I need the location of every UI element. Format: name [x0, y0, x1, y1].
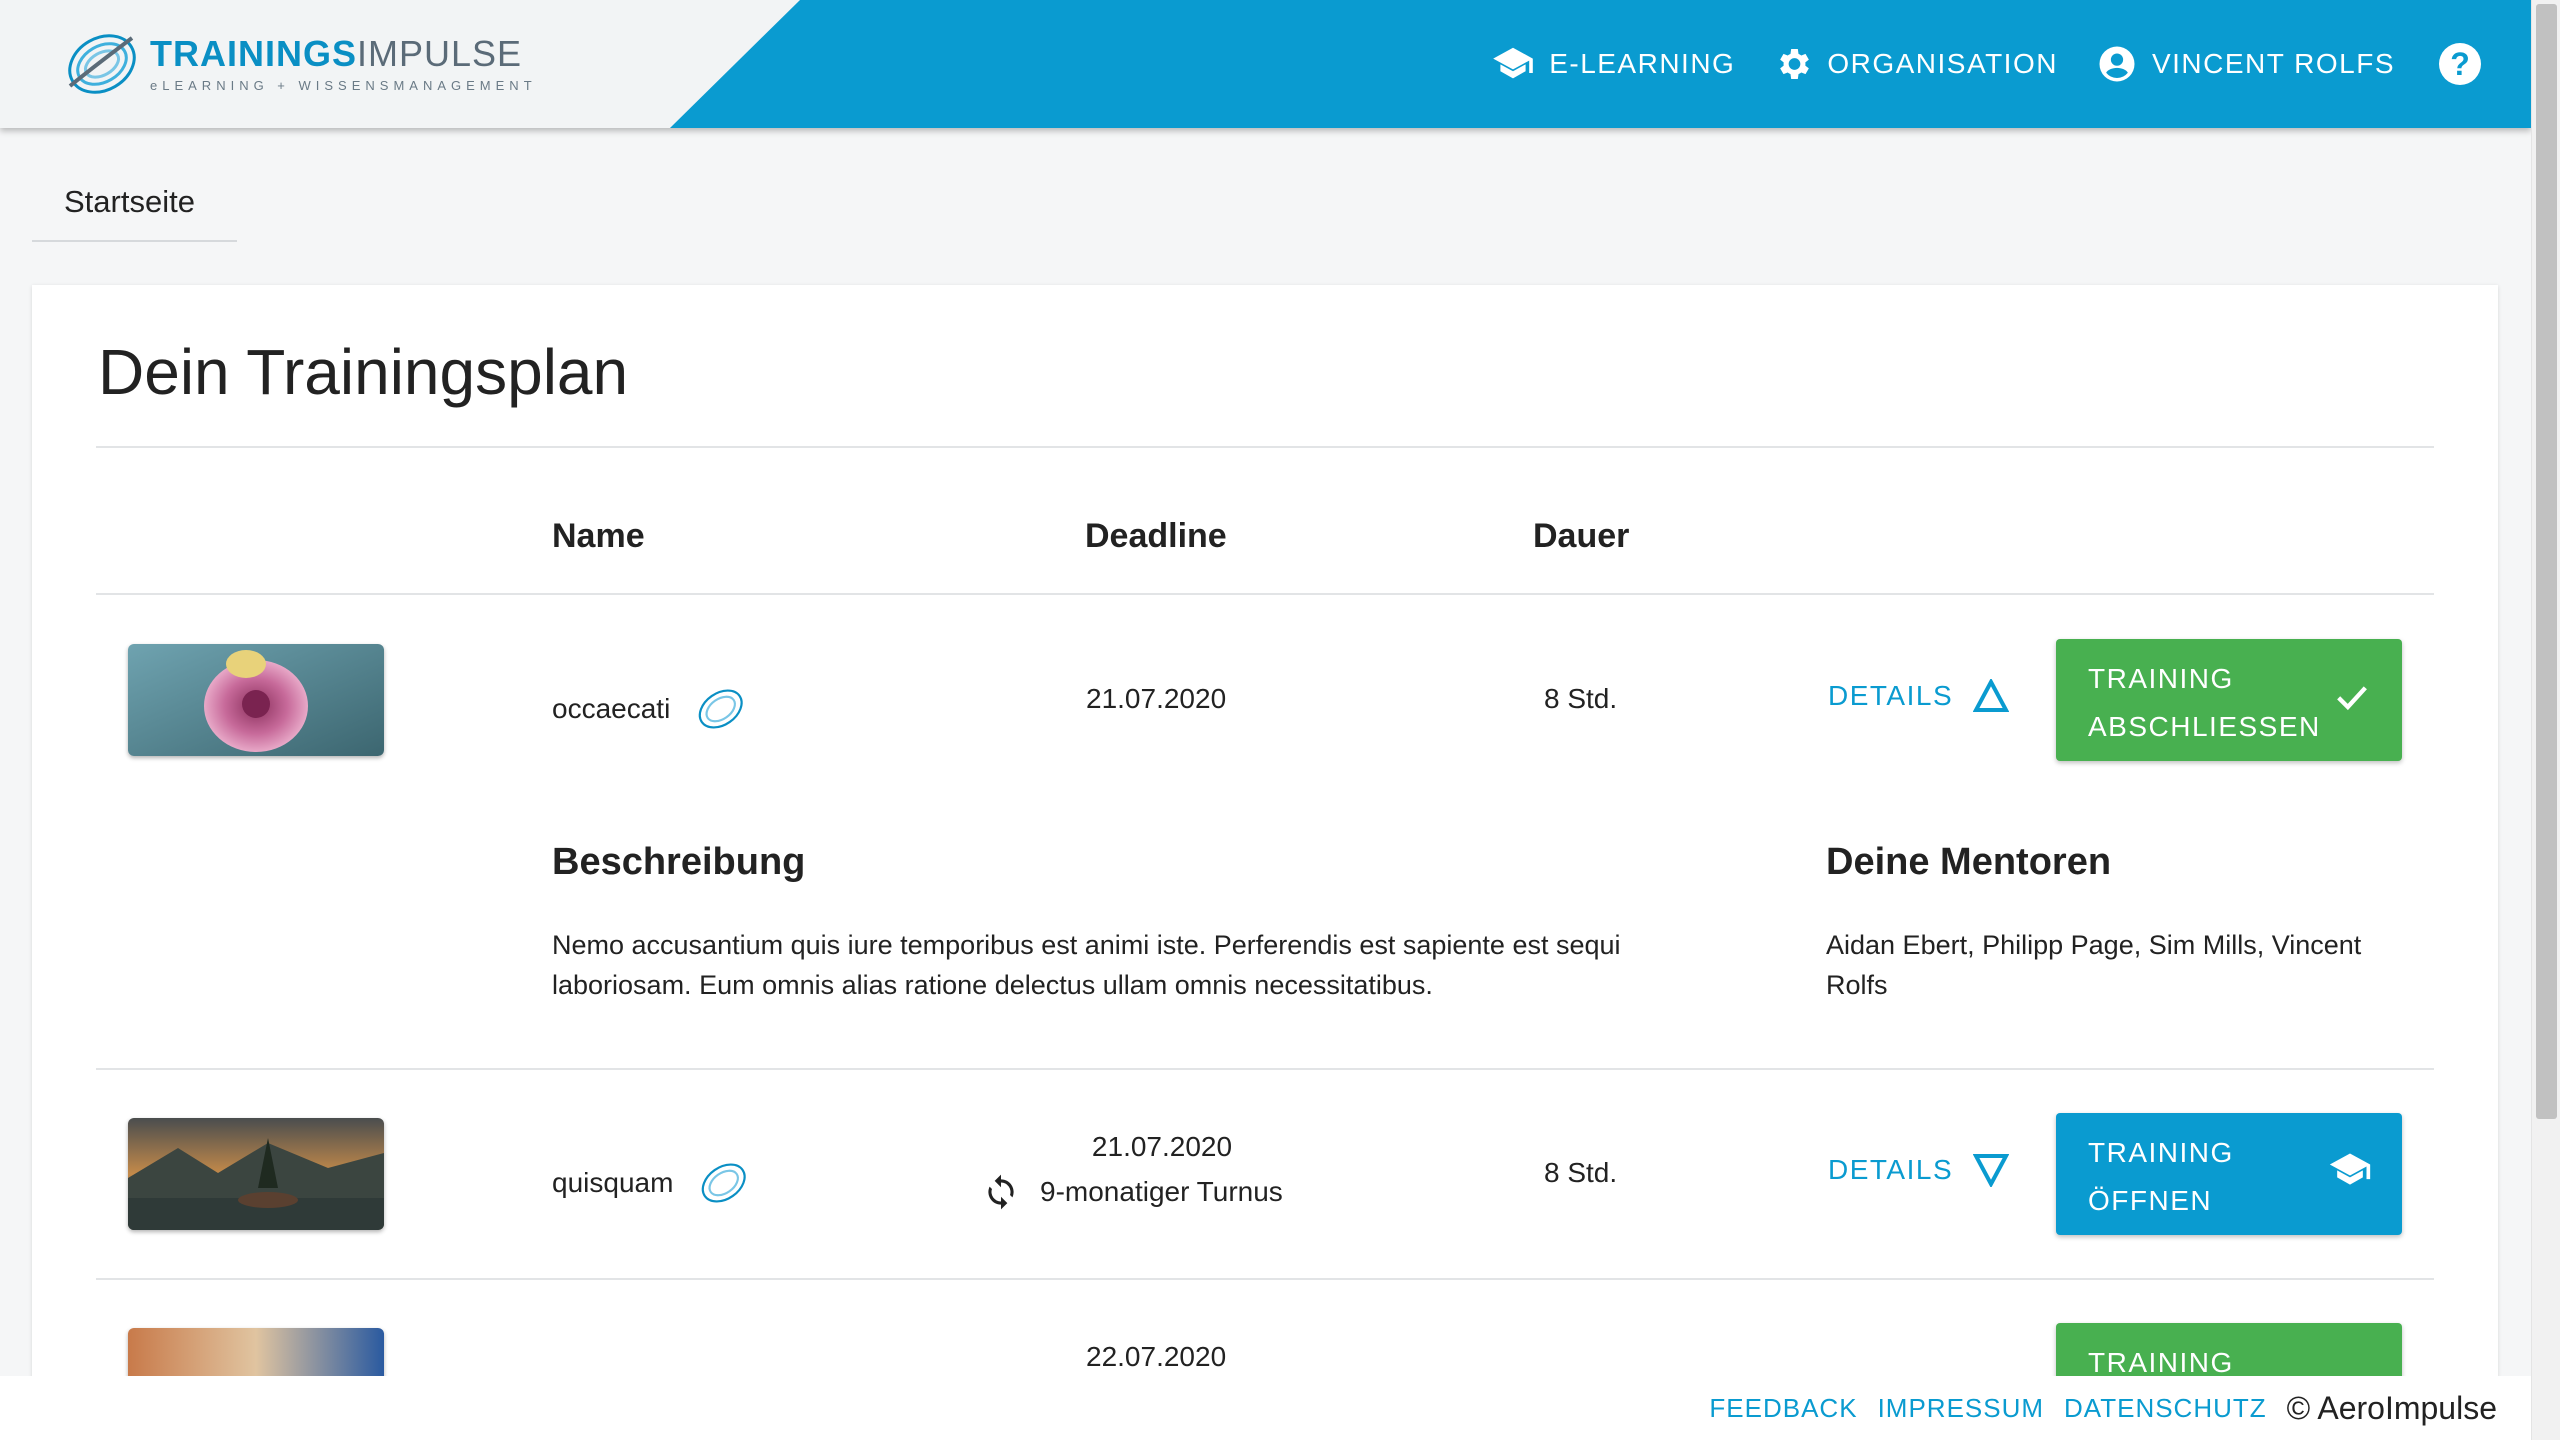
nav-user-account[interactable]: VINCENT ROLFS	[2096, 43, 2395, 85]
page-title: Dein Trainingsplan	[98, 336, 629, 408]
trainingsimpulse-logo[interactable]: TRAININGSIMPULSE eLEARNING + WISSENSMANA…	[62, 28, 537, 100]
check-icon	[2337, 686, 2367, 711]
nav-organisation-label: ORGANISATION	[1827, 48, 2058, 79]
row-divider	[96, 1278, 2434, 1280]
row-divider	[96, 1068, 2434, 1070]
training-deadline: 21.07.2020	[1086, 683, 1227, 714]
logo-subtitle: eLEARNING + WISSENSMANAGEMENT	[150, 77, 537, 93]
logo-text-bold: TRAININGS	[150, 32, 357, 74]
turnus-label: 9-monatiger Turnus	[1040, 1176, 1283, 1207]
mentors-line: Rolfs	[1826, 970, 1888, 1000]
triangle-up-icon	[1973, 679, 2010, 712]
mentors-list: Aidan Ebert, Philipp Page, Sim Mills, Vi…	[1826, 925, 2361, 1005]
main-nav: E-LEARNING ORGANISATION VINCENT ROLFS ?	[1491, 0, 2481, 128]
details-toggle[interactable]: DETAILS	[1828, 679, 2010, 713]
gear-icon	[1780, 49, 1810, 79]
training-plan-card: Dein Trainingsplan Name Deadline Dauer o…	[32, 285, 2498, 1440]
footer-copyright: © AeroImpulse	[2286, 1389, 2497, 1426]
training-duration: 8 Std.	[1544, 1157, 1618, 1188]
training-deadline-cell: 21.07.2020 9-monatiger Turnus	[982, 1131, 1342, 1211]
triangle-down-icon	[1973, 1154, 2010, 1187]
footer-feedback-link[interactable]: FEEDBACK	[1709, 1393, 1857, 1424]
logo-swirl-icon	[68, 34, 136, 94]
details-toggle[interactable]: DETAILS	[1828, 1153, 2010, 1187]
turnus-info: 9-monatiger Turnus	[982, 1173, 1342, 1211]
account-circle-icon	[2099, 46, 2135, 82]
nav-elearning[interactable]: E-LEARNING	[1491, 46, 1735, 82]
graduation-cap-icon	[1493, 47, 1533, 79]
description-heading: Beschreibung	[552, 841, 806, 883]
training-duration: 8 Std.	[1544, 683, 1618, 714]
trainingsimpulse-badge-icon	[702, 1163, 747, 1203]
footer-impressum-link[interactable]: IMPRESSUM	[1878, 1393, 2044, 1424]
nav-elearning-label: E-LEARNING	[1549, 48, 1736, 79]
button-label-line2: ABSCHLIESSEN	[2088, 711, 2321, 742]
table-row-name: quisquam	[552, 1157, 751, 1209]
description-text: Nemo accusantium quis iure temporibus es…	[552, 925, 1621, 1005]
complete-training-button[interactable]: TRAINING ABSCHLIESSEN	[2056, 639, 2402, 761]
top-header: TRAININGSIMPULSE eLEARNING + WISSENSMANA…	[0, 0, 2531, 128]
breadcrumb-home[interactable]: Startseite	[64, 184, 195, 220]
nav-user-label: VINCENT ROLFS	[2151, 48, 2395, 79]
column-header-name: Name	[552, 517, 645, 555]
header-divider	[96, 593, 2434, 595]
button-label-line1: TRAINING	[2088, 663, 2234, 694]
page-scrollbar[interactable]	[2531, 0, 2560, 1440]
description-line: laboriosam. Eum omnis alias ratione dele…	[552, 970, 1433, 1000]
scrollbar-thumb[interactable]	[2536, 4, 2557, 1119]
details-label: DETAILS	[1828, 680, 1954, 711]
training-deadline: 22.07.2020	[1086, 1341, 1227, 1372]
logo-panel: TRAININGSIMPULSE eLEARNING + WISSENSMANA…	[0, 0, 800, 128]
table-row-name: occaecati	[552, 683, 748, 735]
open-training-button[interactable]: TRAINING ÖFFNEN	[2056, 1113, 2402, 1235]
mentors-heading: Deine Mentoren	[1826, 841, 2112, 883]
training-name[interactable]: occaecati	[552, 693, 670, 725]
nav-organisation[interactable]: ORGANISATION	[1773, 44, 2058, 84]
title-divider	[96, 446, 2434, 448]
logo-text-light: IMPULSE	[357, 32, 523, 74]
footer-datenschutz-link[interactable]: DATENSCHUTZ	[2064, 1393, 2267, 1424]
column-header-deadline: Deadline	[1085, 517, 1227, 555]
details-label: DETAILS	[1828, 1154, 1954, 1185]
training-thumbnail-lake	[128, 1118, 384, 1230]
training-name[interactable]: quisquam	[552, 1167, 673, 1199]
graduation-cap-icon	[2329, 1153, 2371, 1185]
training-thumbnail-rose	[128, 644, 384, 756]
breadcrumb: Startseite	[32, 168, 237, 242]
column-header-duration: Dauer	[1533, 517, 1630, 555]
description-line: Nemo accusantium quis iure temporibus es…	[552, 930, 1621, 960]
help-button[interactable]: ?	[2439, 43, 2481, 85]
refresh-cycle-icon	[988, 1174, 1014, 1210]
trainingsimpulse-badge-icon	[699, 689, 743, 729]
mentors-line: Aidan Ebert, Philipp Page, Sim Mills, Vi…	[1826, 930, 2362, 960]
footer: FEEDBACK IMPRESSUM DATENSCHUTZ © AeroImp…	[0, 1376, 2531, 1440]
training-deadline: 21.07.2020	[1091, 1131, 1233, 1162]
